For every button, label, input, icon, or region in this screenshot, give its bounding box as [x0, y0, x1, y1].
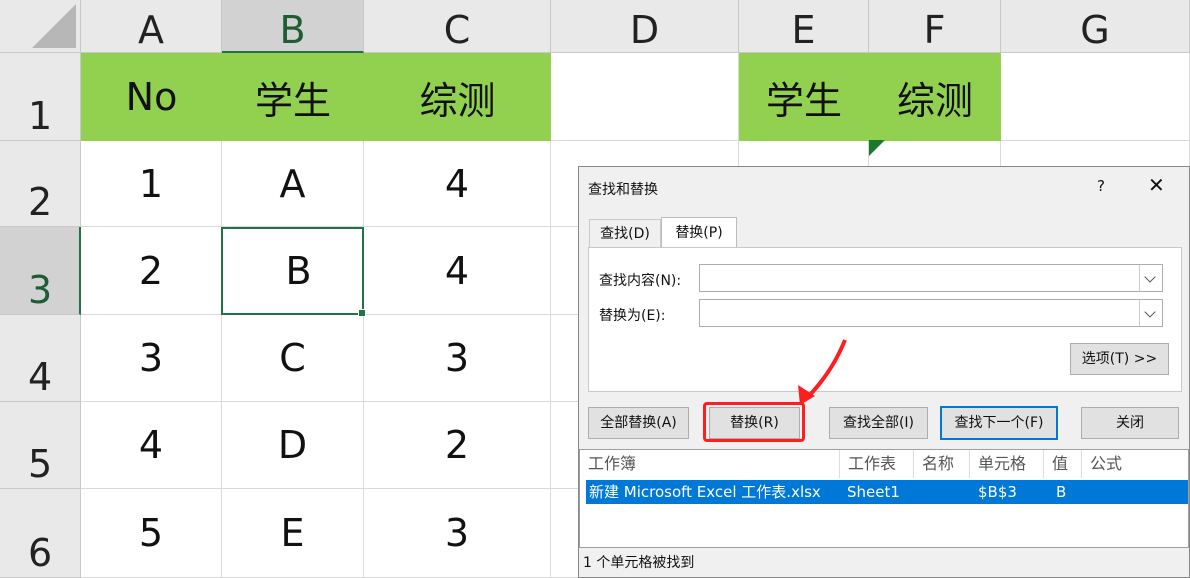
chevron-down-icon[interactable]: [1139, 300, 1162, 326]
arrow-annotation-icon: [798, 339, 847, 405]
cell-c6[interactable]: 3: [364, 489, 551, 578]
help-icon[interactable]: ?: [1097, 177, 1105, 195]
cell-c4[interactable]: 3: [364, 315, 551, 402]
row-header-2[interactable]: 2: [0, 141, 81, 227]
fill-handle[interactable]: [358, 309, 366, 317]
cell-b6[interactable]: E: [222, 489, 364, 578]
cell-b4[interactable]: C: [222, 315, 364, 402]
status-text: 1 个单元格被找到: [583, 555, 695, 571]
cell-b1[interactable]: 学生: [222, 53, 364, 141]
replace-with-label: 替换为(E):: [599, 308, 666, 324]
replace-panel: 查找内容(N): 替换为(E): 选项(T) >>: [588, 247, 1182, 392]
cell-c5[interactable]: 2: [364, 402, 551, 489]
cell-a3[interactable]: 2: [81, 227, 222, 315]
column-header-a[interactable]: A: [81, 0, 222, 53]
row-header-5[interactable]: 5: [0, 402, 81, 489]
find-next-button[interactable]: 查找下一个(F): [940, 406, 1058, 440]
find-what-label: 查找内容(N):: [599, 273, 682, 289]
tab-replace[interactable]: 替换(P): [661, 217, 737, 247]
cell-a4[interactable]: 3: [81, 315, 222, 402]
column-header-e[interactable]: E: [739, 0, 869, 53]
cell-c3[interactable]: 4: [364, 227, 551, 315]
column-header-c[interactable]: C: [364, 0, 551, 53]
results-header-workbook[interactable]: 工作簿: [580, 450, 840, 478]
comment-indicator: [869, 140, 885, 156]
row-header-1[interactable]: 1: [0, 53, 81, 141]
cell-c1[interactable]: 综测: [364, 53, 551, 141]
results-header-cell[interactable]: 单元格: [970, 450, 1044, 478]
column-header-b[interactable]: B: [222, 0, 364, 53]
cell-b2[interactable]: A: [222, 141, 364, 227]
find-what-input[interactable]: [699, 264, 1163, 292]
close-icon[interactable]: ✕: [1148, 173, 1165, 197]
row-header-3[interactable]: 3: [0, 227, 81, 315]
result-workbook: 新建 Microsoft Excel 工作表.xlsx: [589, 483, 821, 501]
results-header-name[interactable]: 名称: [914, 450, 970, 478]
options-button[interactable]: 选项(T) >>: [1070, 343, 1169, 375]
column-header-g[interactable]: G: [1001, 0, 1190, 53]
cell-e1[interactable]: 学生: [739, 53, 869, 141]
column-header-f[interactable]: F: [869, 0, 1001, 53]
cell-a6[interactable]: 5: [81, 489, 222, 578]
result-cell: $B$3: [978, 483, 1017, 501]
results-header-value[interactable]: 值: [1044, 450, 1082, 478]
row-header-4[interactable]: 4: [0, 315, 81, 402]
replace-all-button[interactable]: 全部替换(A): [588, 407, 689, 439]
result-sheet: Sheet1: [847, 483, 900, 501]
chevron-down-icon[interactable]: [1139, 265, 1162, 291]
column-header-d[interactable]: D: [551, 0, 739, 53]
cell-g1[interactable]: [1001, 53, 1190, 141]
results-header-formula[interactable]: 公式: [1082, 450, 1188, 478]
select-all-corner[interactable]: [0, 0, 81, 53]
row-header-6[interactable]: 6: [0, 489, 81, 578]
cell-b5[interactable]: D: [222, 402, 364, 489]
results-list[interactable]: 工作簿 工作表 名称 单元格 值 公式 新建 Microsoft Excel 工…: [579, 449, 1189, 548]
replace-with-input[interactable]: [699, 299, 1163, 327]
result-value: B: [1056, 483, 1067, 501]
results-header-sheet[interactable]: 工作表: [840, 450, 914, 478]
cell-a1[interactable]: No: [81, 53, 222, 141]
tab-find[interactable]: 查找(D): [589, 219, 661, 247]
cell-d1[interactable]: [551, 53, 739, 141]
cell-a5[interactable]: 4: [81, 402, 222, 489]
dialog-title: 查找和替换: [588, 182, 658, 198]
active-cell-selection: [221, 227, 366, 317]
cell-a2[interactable]: 1: [81, 141, 222, 227]
cell-f1[interactable]: 综测: [869, 53, 1001, 141]
dialog-close-button[interactable]: 关闭: [1081, 407, 1179, 439]
cell-c2[interactable]: 4: [364, 141, 551, 227]
